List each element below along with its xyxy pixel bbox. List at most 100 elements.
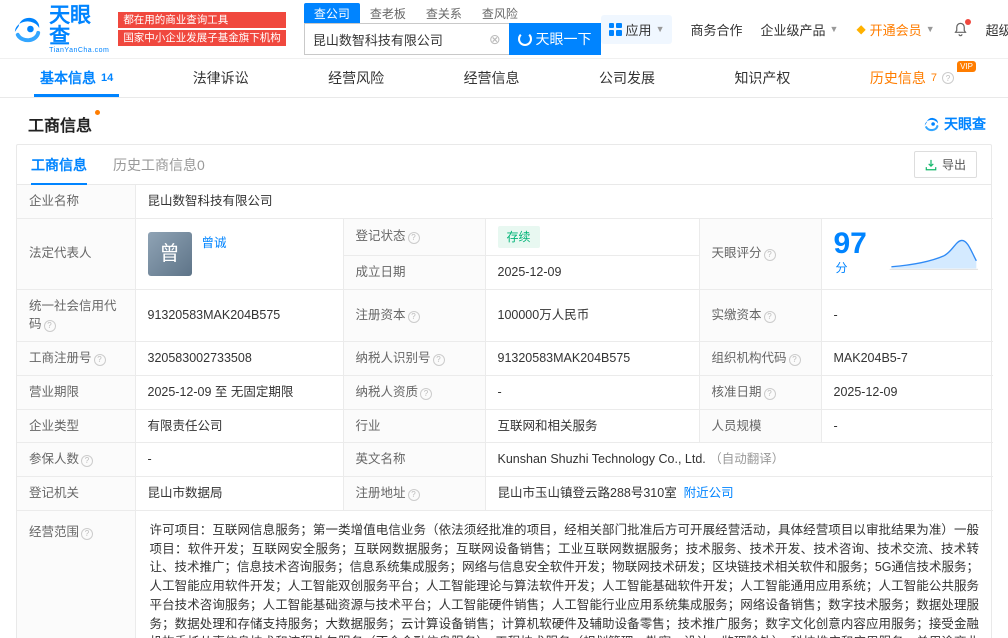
reg-address-value: 昆山市玉山镇登云路288号310室 附近公司 xyxy=(485,477,993,511)
score-unit: 分 xyxy=(836,261,848,275)
search-button-eye-icon xyxy=(518,32,532,46)
clear-search-icon[interactable]: ⊗ xyxy=(489,31,501,48)
table-row: 登记机关 昆山市数据局 注册地址? 昆山市玉山镇登云路288号310室 附近公司 xyxy=(17,477,993,511)
field-label: 注册地址? xyxy=(343,477,485,511)
business-info-table: 企业名称 昆山数智科技有限公司 法定代表人 曾 曾诚 登记状态? 存续 天眼评分… xyxy=(17,185,993,638)
search-tab-risk[interactable]: 查风险 xyxy=(472,3,528,24)
reg-number-value: 320583002733508 xyxy=(135,342,343,376)
business-scope-value: 许可项目：互联网信息服务；第一类增值电信业务（依法须经批准的项目，经相关部门批准… xyxy=(135,510,993,638)
main-content: 工商信息 天眼查 工商信息 历史工商信息0 导出 企业名称 昆山数智科技有限公司 xyxy=(0,98,1008,638)
subtab-business-info[interactable]: 工商信息 xyxy=(31,145,87,184)
tab-basic-info[interactable]: 基本信息14 xyxy=(34,59,119,97)
field-label: 营业期限 xyxy=(17,375,135,409)
reg-capital-value: 100000万人民币 xyxy=(485,289,699,342)
export-icon xyxy=(925,159,937,171)
field-label: 人员规模 xyxy=(699,409,821,443)
legal-rep-avatar[interactable]: 曾 xyxy=(148,232,192,276)
export-button[interactable]: 导出 xyxy=(914,151,977,178)
search-tab-company[interactable]: 查公司 xyxy=(304,3,360,24)
enterprise-products-menu[interactable]: 企业级产品 ▼ xyxy=(761,20,839,39)
help-icon[interactable]: ? xyxy=(789,354,801,366)
taxpayer-quality-value: - xyxy=(485,375,699,409)
info-icon[interactable]: ? xyxy=(942,72,954,84)
help-icon[interactable]: ? xyxy=(81,455,93,467)
logo-text: 天眼查 xyxy=(49,5,110,47)
field-label: 天眼评分? xyxy=(699,218,821,289)
tab-history-info[interactable]: 历史信息7 ? VIP xyxy=(864,59,960,97)
help-icon[interactable]: ? xyxy=(433,354,445,366)
help-icon[interactable]: ? xyxy=(94,354,106,366)
tab-operation-info[interactable]: 经营信息 xyxy=(458,59,526,97)
approval-date-value: 2025-12-09 xyxy=(821,375,993,409)
help-icon[interactable]: ? xyxy=(764,388,776,400)
credit-code-value: 91320583MAK204B575 xyxy=(135,289,343,342)
table-row: 营业期限 2025-12-09 至 无固定期限 纳税人资质? - 核准日期? 2… xyxy=(17,375,993,409)
field-label: 注册资本? xyxy=(343,289,485,342)
vip-badge: VIP xyxy=(957,61,976,72)
business-cooperation-link[interactable]: 商务合作 xyxy=(690,20,742,39)
field-label: 英文名称 xyxy=(343,443,485,477)
help-icon[interactable]: ? xyxy=(420,388,432,400)
field-label: 统一社会信用代码? xyxy=(17,289,135,342)
field-label: 纳税人识别号? xyxy=(343,342,485,376)
help-icon[interactable]: ? xyxy=(764,249,776,261)
field-label: 企业类型 xyxy=(17,409,135,443)
legal-rep-link[interactable]: 曾诚 xyxy=(202,234,227,253)
table-row: 统一社会信用代码? 91320583MAK204B575 注册资本? 10000… xyxy=(17,289,993,342)
search-button[interactable]: 天眼一下 xyxy=(509,23,601,55)
field-label: 企业名称 xyxy=(17,185,135,218)
field-label: 核准日期? xyxy=(699,375,821,409)
section-title: 工商信息 xyxy=(28,112,100,136)
search-input[interactable] xyxy=(313,32,489,47)
table-row: 参保人数? - 英文名称 Kunshan Shuzhi Technology C… xyxy=(17,443,993,477)
reg-authority-value: 昆山市数据局 xyxy=(135,477,343,511)
help-icon[interactable]: ? xyxy=(408,311,420,323)
help-icon[interactable]: ? xyxy=(44,320,56,332)
paid-capital-value: - xyxy=(821,289,993,342)
nearby-companies-link[interactable]: 附近公司 xyxy=(684,486,734,500)
score-cell[interactable]: 97分 xyxy=(821,218,993,289)
table-row: 法定代表人 曾 曾诚 登记状态? 存续 天眼评分? 97分 xyxy=(17,218,993,255)
industry-value: 互联网和相关服务 xyxy=(485,409,699,443)
business-info-card: 工商信息 历史工商信息0 导出 企业名称 昆山数智科技有限公司 法定代表人 曾 … xyxy=(16,144,992,638)
tianyancha-watermark: 天眼查 xyxy=(922,114,986,134)
field-label: 参保人数? xyxy=(17,443,135,477)
help-icon[interactable]: ? xyxy=(408,232,420,244)
chevron-down-icon: ▼ xyxy=(830,24,839,34)
orange-dot xyxy=(95,110,100,115)
table-row: 企业类型 有限责任公司 行业 互联网和相关服务 人员规模 - xyxy=(17,409,993,443)
tianyancha-eye-icon xyxy=(10,12,43,46)
tab-intellectual-property[interactable]: 知识产权 xyxy=(728,59,796,97)
tab-company-development[interactable]: 公司发展 xyxy=(593,59,661,97)
slogan: 都在用的商业查询工具 国家中小企业发展子基金旗下机构 xyxy=(118,12,286,46)
help-icon[interactable]: ? xyxy=(81,528,93,540)
notification-bell-icon[interactable] xyxy=(953,22,968,37)
table-row: 企业名称 昆山数智科技有限公司 xyxy=(17,185,993,218)
tab-lawsuits[interactable]: 法律诉讼 xyxy=(187,59,255,97)
score-value: 97 xyxy=(834,227,867,260)
company-type-value: 有限责任公司 xyxy=(135,409,343,443)
legal-rep-cell: 曾 曾诚 xyxy=(135,218,343,289)
staff-size-value: - xyxy=(821,409,993,443)
apps-menu[interactable]: 应用 ▼ xyxy=(601,15,673,44)
chevron-down-icon: ▼ xyxy=(926,24,935,34)
field-label: 组织机构代码? xyxy=(699,342,821,376)
tianyancha-logo[interactable]: 天眼查 TianYanCha.com xyxy=(10,5,110,54)
search-tab-relation[interactable]: 查关系 xyxy=(416,3,472,24)
field-label: 登记状态? xyxy=(343,218,485,255)
help-icon[interactable]: ? xyxy=(408,489,420,501)
field-label: 经营范围? xyxy=(17,510,135,638)
field-label: 行业 xyxy=(343,409,485,443)
slogan-line1: 都在用的商业查询工具 xyxy=(118,12,286,28)
help-icon[interactable]: ? xyxy=(764,311,776,323)
company-name-value: 昆山数智科技有限公司 xyxy=(135,185,993,218)
tianyancha-eye-icon xyxy=(922,115,940,133)
tab-operation-risk[interactable]: 经营风险 xyxy=(322,59,390,97)
open-vip-menu[interactable]: ◆ 开通会员 ▼ xyxy=(856,20,934,39)
subtab-history-business-info[interactable]: 历史工商信息0 xyxy=(113,145,205,184)
english-name-value: Kunshan Shuzhi Technology Co., Ltd. （自动翻… xyxy=(485,443,993,477)
search-tab-boss[interactable]: 查老板 xyxy=(360,3,416,24)
auto-translate-note: （自动翻译） xyxy=(709,452,784,466)
score-chart xyxy=(888,231,981,277)
super-risk-link[interactable]: 超级风 xyxy=(986,20,1008,39)
